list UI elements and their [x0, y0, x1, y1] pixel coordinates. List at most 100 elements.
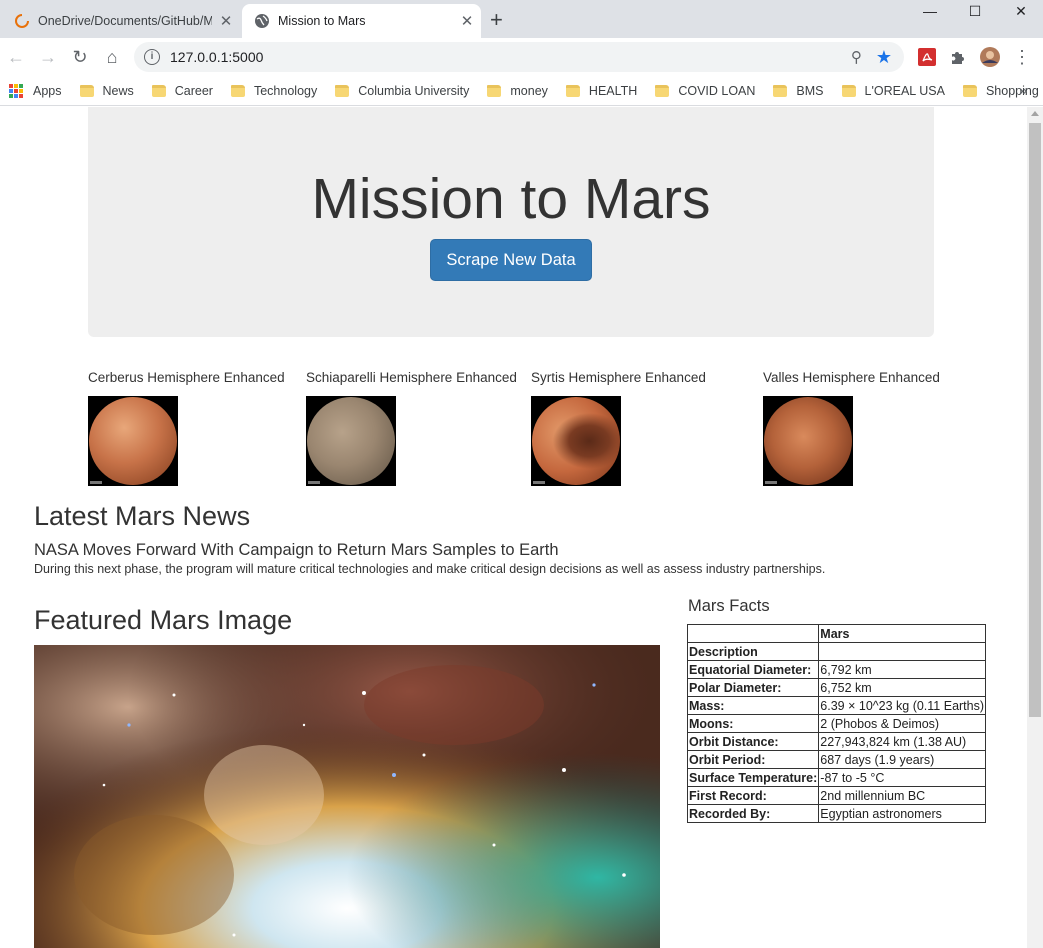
mars-facts-table: Mars Description Equatorial Diameter: 6,79…	[686, 624, 987, 823]
hemisphere-title: Syrtis Hemisphere Enhanced	[531, 370, 706, 385]
fact-label: Polar Diameter:	[686, 678, 820, 697]
close-tab-icon[interactable]: ✕	[453, 12, 481, 30]
bookmark-covid-loan[interactable]: COVID LOAN	[655, 84, 755, 98]
table-row: Moons: 2 (Phobos & Deimos)	[686, 714, 987, 733]
fact-label: Moons:	[686, 714, 820, 733]
vertical-scrollbar[interactable]	[1027, 107, 1043, 948]
folder-icon	[565, 84, 580, 97]
news-title: NASA Moves Forward With Campaign to Retu…	[34, 541, 559, 559]
bookmark-label: Career	[174, 83, 213, 98]
bookmark-technology[interactable]: Technology	[230, 83, 318, 98]
bookmark-money[interactable]: money	[487, 84, 548, 98]
fact-label: Mass:	[686, 696, 820, 715]
close-window-icon[interactable]: ✕	[998, 0, 1043, 22]
scroll-up-arrow-icon[interactable]	[1031, 111, 1039, 116]
scrollbar-thumb[interactable]	[1029, 123, 1041, 717]
bookmark-label: Columbia University	[358, 83, 470, 98]
pdf-extension-icon[interactable]	[916, 46, 938, 68]
address-bar[interactable]: i 127.0.0.1:5000 ⚲ ★	[134, 42, 904, 72]
table-row: Description	[686, 642, 987, 661]
scrape-new-data-button[interactable]: Scrape New Data	[430, 239, 592, 281]
hemisphere-card-syrtis: Syrtis Hemisphere Enhanced	[531, 369, 706, 486]
bookmark-label: HEALTH	[588, 83, 638, 98]
zoom-icon[interactable]: ⚲	[851, 48, 862, 66]
fact-value: 6.39 × 10^23 kg (0.11 Earths)	[818, 696, 987, 715]
bookmark-columbia-university[interactable]: Columbia University	[335, 84, 469, 98]
menu-kebab-icon[interactable]: ⋮	[1010, 45, 1034, 69]
hemisphere-image[interactable]	[306, 396, 396, 486]
bookmark-shopping[interactable]: Shopping	[962, 83, 1039, 98]
bookmark-star-icon[interactable]: ★	[876, 47, 892, 68]
maximize-icon[interactable]: ☐	[952, 0, 998, 22]
fact-label: Recorded By:	[686, 804, 820, 823]
fact-value: 687 days (1.9 years)	[818, 750, 987, 769]
bookmarks-bar: Apps News Career Technology Columbia Uni…	[0, 76, 1043, 106]
bookmark-label: News	[102, 83, 134, 98]
page-title: Mission to Mars	[311, 167, 711, 231]
home-icon[interactable]: ⌂	[100, 45, 124, 69]
bookmark-bms[interactable]: BMS	[773, 84, 824, 98]
bookmark-news[interactable]: News	[79, 83, 134, 98]
new-tab-icon[interactable]: +	[490, 8, 503, 32]
close-tab-icon[interactable]: ✕	[212, 12, 240, 30]
url-text[interactable]: 127.0.0.1:5000	[170, 49, 851, 65]
hemisphere-title: Cerberus Hemisphere Enhanced	[88, 370, 285, 385]
fact-value: 2 (Phobos & Deimos)	[818, 714, 987, 733]
fact-value: 6,752 km	[818, 678, 987, 697]
reload-icon[interactable]: ↻	[68, 45, 92, 69]
folder-icon	[841, 84, 856, 97]
fact-label: Orbit Distance:	[686, 732, 820, 751]
fact-label: Surface Temperature:	[686, 768, 820, 787]
apps-grid-icon	[9, 83, 23, 98]
table-header-empty	[686, 624, 820, 643]
bookmark-label: Shopping	[985, 83, 1039, 98]
hemisphere-title: Valles Hemisphere Enhanced	[763, 370, 940, 385]
bookmark-apps[interactable]: Apps	[0, 83, 62, 98]
forward-icon[interactable]: →	[36, 45, 60, 69]
bookmark-label: money	[510, 83, 548, 98]
hemisphere-image[interactable]	[88, 396, 178, 486]
info-icon[interactable]: i	[144, 49, 160, 65]
hemisphere-image[interactable]	[531, 396, 621, 486]
minimize-icon[interactable]: —	[907, 0, 953, 22]
back-icon[interactable]: ←	[4, 45, 28, 69]
extensions-puzzle-icon[interactable]	[947, 46, 969, 68]
hemisphere-card-cerberus: Cerberus Hemisphere Enhanced	[88, 369, 285, 486]
more-bookmarks-chevron-icon[interactable]: »	[1019, 82, 1027, 98]
profile-avatar-icon[interactable]	[979, 46, 1001, 68]
fact-value: Egyptian astronomers	[818, 804, 987, 823]
featured-image-heading: Featured Mars Image	[34, 605, 293, 635]
fact-value: 227,943,824 km (1.38 AU)	[818, 732, 987, 751]
table-row: Orbit Period: 687 days (1.9 years)	[686, 750, 987, 769]
folder-icon	[335, 84, 350, 97]
bookmark-label: Technology	[253, 83, 318, 98]
page-viewport: Mission to Mars Scrape New Data Cerberus…	[0, 107, 1027, 948]
folder-icon	[655, 84, 670, 97]
fact-label: Description	[686, 642, 820, 661]
table-row: Surface Temperature: -87 to -5 °C	[686, 768, 987, 787]
table-row: Orbit Distance: 227,943,824 km (1.38 AU)	[686, 732, 987, 751]
table-header-row: Mars	[686, 624, 987, 643]
hemisphere-card-schiaparelli: Schiaparelli Hemisphere Enhanced	[306, 369, 517, 486]
fact-value: 6,792 km	[818, 660, 987, 679]
news-heading: Latest Mars News	[34, 501, 251, 531]
featured-mars-image[interactable]	[34, 645, 660, 948]
table-row: First Record: 2nd millennium BC	[686, 786, 987, 805]
fact-value: 2nd millennium BC	[818, 786, 987, 805]
folder-icon	[151, 84, 166, 97]
bookmark-label: COVID LOAN	[678, 83, 756, 98]
hemisphere-title: Schiaparelli Hemisphere Enhanced	[306, 370, 517, 385]
fact-label: Orbit Period:	[686, 750, 820, 769]
tab-onedrive[interactable]: OneDrive/Documents/GitHub/Mission_to_Mar…	[0, 4, 240, 38]
bookmark-label: Apps	[33, 83, 62, 98]
folder-icon	[962, 84, 977, 97]
hemisphere-image[interactable]	[763, 396, 853, 486]
fact-label: First Record:	[686, 786, 820, 805]
bookmark-career[interactable]: Career	[151, 83, 213, 98]
folder-icon	[230, 84, 245, 97]
bookmark-loreal-usa[interactable]: L'OREAL USA	[841, 83, 945, 98]
tab-mission-to-mars[interactable]: Mission to Mars ✕	[242, 4, 481, 38]
bookmark-health[interactable]: HEALTH	[565, 83, 638, 98]
fact-label: Equatorial Diameter:	[686, 660, 820, 679]
bookmark-label: L'OREAL USA	[864, 83, 945, 98]
